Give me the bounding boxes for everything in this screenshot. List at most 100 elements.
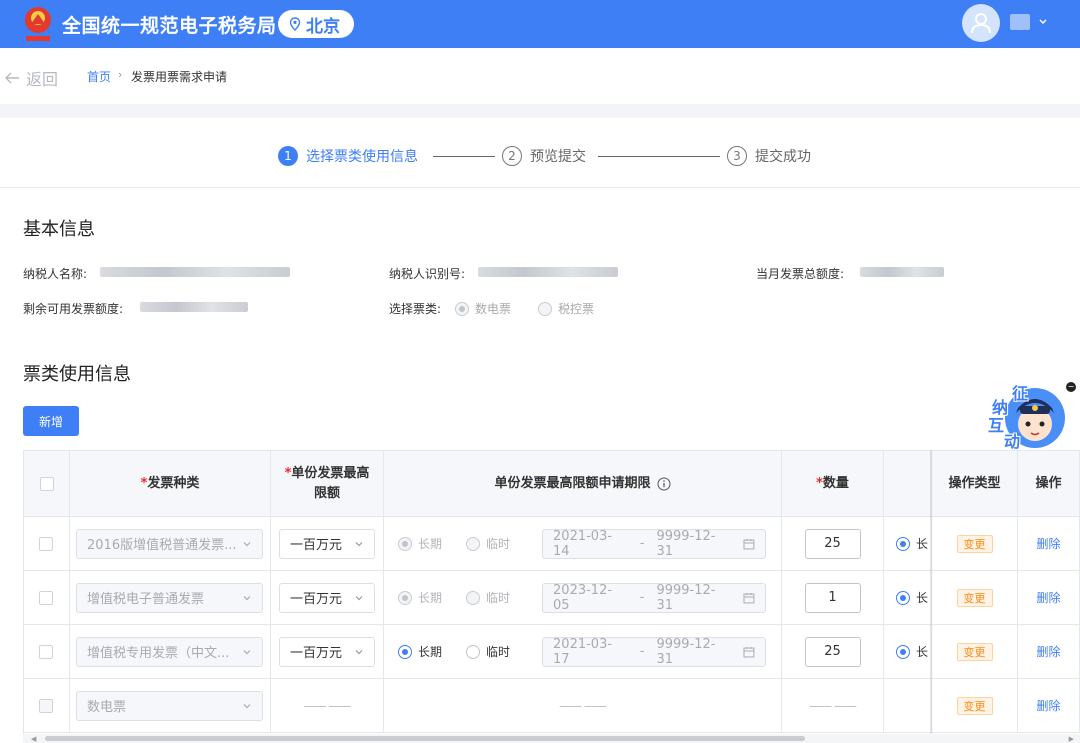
table-cell-invoice-type: 数电票 xyxy=(70,679,271,733)
info-icon[interactable] xyxy=(657,477,671,491)
scrollbar-thumb[interactable] xyxy=(45,736,805,741)
fixed-column-shadow xyxy=(930,450,933,734)
max-amount-select[interactable]: 一百万元 xyxy=(279,582,375,613)
step-3: 3 提交成功 xyxy=(727,146,811,166)
max-amount-select[interactable]: 一百万元 xyxy=(279,636,375,667)
user-avatar[interactable] xyxy=(962,4,1000,42)
table-cell-op-type: 变更 xyxy=(932,517,1018,571)
taxpayer-id-label: 纳税人识别号: xyxy=(389,267,466,281)
calendar-icon xyxy=(743,592,755,603)
calendar-icon xyxy=(743,646,755,657)
table-cell-period: 长期 临时 2021-03-14 - 9999-12-31 xyxy=(384,517,782,571)
date-range-picker[interactable]: 2023-12-05 - 9999-12-31 xyxy=(542,582,767,613)
delete-link[interactable]: 删除 xyxy=(1036,643,1060,660)
mascot-close-icon[interactable]: − xyxy=(1066,382,1076,392)
period-temp-radio[interactable]: 临时 xyxy=(466,643,510,660)
user-name-masked[interactable] xyxy=(1010,14,1030,30)
select-all-checkbox[interactable] xyxy=(39,476,54,491)
table-cell-quantity: 25 xyxy=(782,625,884,679)
invoice-type-select[interactable]: 增值税电子普通发票 xyxy=(76,582,263,613)
monthly-total-label: 当月发票总额度: xyxy=(756,267,845,281)
table-cell-invoice-type: 2016版增值税普通发票... xyxy=(70,517,271,571)
back-button[interactable]: 返回 xyxy=(4,66,58,90)
ticket-type-radio-taxcontrol[interactable]: 税控票 xyxy=(538,300,594,317)
radio-selected-icon[interactable] xyxy=(896,590,910,605)
truncated-radio-label: 长 xyxy=(916,591,929,605)
empty-dash: —— —— xyxy=(559,698,607,713)
taxpayer-name-masked xyxy=(100,267,290,277)
delete-link[interactable]: 删除 xyxy=(1036,589,1060,606)
delete-link[interactable]: 删除 xyxy=(1036,535,1060,552)
taxpayer-name-label: 纳税人名称: xyxy=(23,267,88,281)
monthly-total-masked xyxy=(860,267,944,277)
usage-info-title: 票类使用信息 xyxy=(23,364,131,385)
table-row xyxy=(24,571,70,625)
region-selector[interactable]: 北京 xyxy=(278,10,354,38)
step-indicator: 1 选择票类使用信息 2 预览提交 3 提交成功 xyxy=(0,118,1080,188)
quantity-input[interactable]: 25 xyxy=(804,528,861,559)
step-label: 预览提交 xyxy=(530,149,586,165)
invoice-type-select[interactable]: 增值税专用发票（中文... xyxy=(76,636,263,667)
header-quantity: *数量 xyxy=(782,451,884,517)
scroll-right-icon[interactable]: ▶ xyxy=(1069,735,1074,743)
chevron-down-icon[interactable] xyxy=(1036,14,1050,28)
step-number: 1 xyxy=(278,146,298,166)
step-1: 1 选择票类使用信息 xyxy=(278,146,418,166)
date-range-picker[interactable]: 2021-03-17 - 9999-12-31 xyxy=(542,636,767,667)
horizontal-scrollbar[interactable]: ◀ ▶ xyxy=(23,734,1080,743)
breadcrumb-separator: › xyxy=(118,68,123,81)
table-cell-invoice-type: 增值税专用发票（中文... xyxy=(70,625,271,679)
empty-dash: —— —— xyxy=(303,698,352,713)
radio-unselected-icon xyxy=(538,301,552,316)
quantity-input[interactable]: 1 xyxy=(804,582,861,613)
basic-info-title: 基本信息 xyxy=(23,219,95,240)
period-long-radio[interactable]: 长期 xyxy=(398,643,442,660)
truncated-radio-label: 长 xyxy=(916,645,929,659)
header-max-amount: *单份发票最高 限额 xyxy=(271,451,384,517)
ticket-type-label: 选择票类: xyxy=(389,302,442,316)
table-cell-extra xyxy=(884,679,932,733)
delete-link[interactable]: 删除 xyxy=(1036,697,1060,714)
radio-label: 数电票 xyxy=(475,302,512,316)
period-long-radio[interactable]: 长期 xyxy=(398,535,442,552)
table-cell-period: —— —— xyxy=(384,679,782,733)
radio-selected-icon[interactable] xyxy=(896,644,910,659)
invoice-type-select[interactable]: 数电票 xyxy=(76,690,263,721)
row-checkbox[interactable] xyxy=(39,698,53,713)
row-checkbox[interactable] xyxy=(39,536,53,551)
radio-unselected-icon xyxy=(466,590,481,605)
add-button[interactable]: 新增 xyxy=(23,406,79,436)
period-temp-radio[interactable]: 临时 xyxy=(466,535,510,552)
breadcrumb-bar: 返回 首页 › 发票用票需求申请 xyxy=(0,48,1080,104)
period-temp-radio[interactable]: 临时 xyxy=(466,589,510,606)
step-connector xyxy=(433,156,495,157)
max-amount-select[interactable]: 一百万元 xyxy=(279,528,375,559)
header-select-all xyxy=(24,451,70,517)
mascot-char: 互 xyxy=(988,416,1005,435)
quantity-input[interactable]: 25 xyxy=(804,636,861,667)
row-checkbox[interactable] xyxy=(39,590,53,605)
header-invoice-type: *发票种类 xyxy=(70,451,271,517)
mascot-char: 征 xyxy=(1012,384,1029,403)
header-op-type: 操作类型 xyxy=(932,451,1018,517)
scroll-left-icon[interactable]: ◀ xyxy=(31,735,36,743)
remaining-amount-masked xyxy=(140,302,248,312)
step-label: 提交成功 xyxy=(755,149,811,165)
header-extra xyxy=(884,451,932,517)
invoice-type-select[interactable]: 2016版增值税普通发票... xyxy=(76,528,263,559)
row-checkbox[interactable] xyxy=(39,644,53,659)
mascot-widget[interactable]: 征 纳 互 动 xyxy=(982,378,1072,451)
status-badge: 变更 xyxy=(956,534,993,553)
table-cell-op-type: 变更 xyxy=(932,625,1018,679)
table-cell-max-amount: 一百万元 xyxy=(271,625,384,679)
ticket-type-radio-digital[interactable]: 数电票 xyxy=(455,300,511,317)
table-cell-op-type: 变更 xyxy=(932,571,1018,625)
table-cell-extra: 长 xyxy=(884,571,932,625)
chevron-down-icon xyxy=(355,541,363,546)
breadcrumb-home[interactable]: 首页 xyxy=(87,68,111,85)
table-cell-op: 删除 xyxy=(1018,679,1080,733)
date-range-picker[interactable]: 2021-03-14 - 9999-12-31 xyxy=(542,528,767,559)
period-long-radio[interactable]: 长期 xyxy=(398,589,442,606)
table-cell-op: 删除 xyxy=(1018,571,1080,625)
radio-selected-icon[interactable] xyxy=(896,536,910,551)
